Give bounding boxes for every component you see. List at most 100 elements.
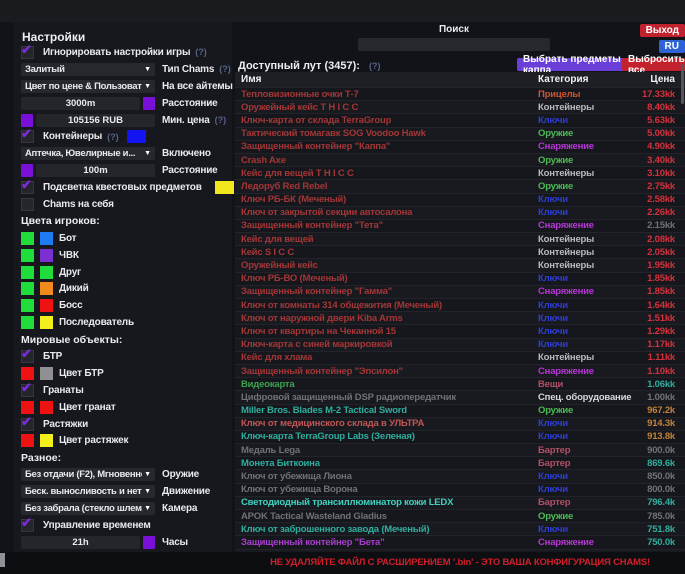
color-swatch[interactable] xyxy=(40,316,53,329)
settings-checkbox-row[interactable]: ✔ Управление временем xyxy=(14,517,232,534)
color-swatch[interactable] xyxy=(40,434,53,447)
dropdown[interactable]: Без отдачи (F2), Мгновенное п ▼ xyxy=(21,468,155,481)
loot-table-row[interactable]: Кейс S I C C Контейнеры 2.05kk xyxy=(235,245,685,258)
settings-input-row: 105156 RUB Мин. цена (?) xyxy=(14,112,232,129)
loot-table-row[interactable]: Тактический томагавк SOG Voodoo Hawk Ору… xyxy=(235,127,685,140)
value-input[interactable]: 105156 RUB xyxy=(36,114,155,127)
checkbox[interactable]: ✔ xyxy=(21,519,34,532)
color-swatch[interactable] xyxy=(143,97,155,110)
side-tab-handle[interactable] xyxy=(0,553,5,567)
loot-table-row[interactable]: Ключ-карта от склада TerraGroup Ключи 5.… xyxy=(235,113,685,126)
color-swatch[interactable] xyxy=(40,266,53,279)
exit-button[interactable]: Выход xyxy=(640,24,685,37)
color-swatch[interactable] xyxy=(215,181,234,194)
loot-table-row[interactable]: Монета Биткоина Бартер 869.6k xyxy=(235,456,685,469)
loot-table-row[interactable]: Кейс для вещей T H I C C Контейнеры 3.10… xyxy=(235,166,685,179)
loot-table-row[interactable]: Видеокарта Вещи 1.06kk xyxy=(235,377,685,390)
loot-table-row[interactable]: Ключ РБ-БК (Меченый) Ключи 2.58kk xyxy=(235,193,685,206)
loot-table-row[interactable]: Ключ РБ-ВО (Меченый) Ключи 1.85kk xyxy=(235,272,685,285)
loot-table-row[interactable]: Ключ от убежища Лиона Ключи 850.0k xyxy=(235,469,685,482)
color-swatch[interactable] xyxy=(21,266,34,279)
checkbox[interactable]: ✔ xyxy=(21,46,34,59)
loot-table-row[interactable]: Кейс для вещей Контейнеры 2.08kk xyxy=(235,232,685,245)
loot-table-row[interactable]: Ключ от медицинского склада в УЛЬТРА Клю… xyxy=(235,417,685,430)
search-input[interactable] xyxy=(358,38,550,51)
value-input[interactable]: 21h xyxy=(21,536,140,549)
settings-checkbox-row[interactable]: ✔ Chams на себя xyxy=(14,196,232,213)
loot-table-row[interactable]: Ключ от закрытой секции автосалона Ключи… xyxy=(235,206,685,219)
settings-checkbox-row[interactable]: ✔ Контейнеры (?) xyxy=(14,128,232,145)
loot-table-row[interactable]: Цифровой защищенный DSP радиопередатчик … xyxy=(235,390,685,403)
settings-checkbox-row[interactable]: ✔ Подсветка квестовых предметов xyxy=(14,179,232,196)
loot-table-row[interactable]: APOK Tactical Wasteland Gladius Оружие 7… xyxy=(235,509,685,522)
loot-table-row[interactable]: Ключ от комнаты 314 общежития (Меченый) … xyxy=(235,298,685,311)
color-swatch[interactable] xyxy=(21,249,34,262)
color-swatch[interactable] xyxy=(21,232,34,245)
loot-table-row[interactable]: Ключ-карта с синей маркировкой Ключи 1.1… xyxy=(235,338,685,351)
item-name: Ключ-карта TerraGroup Labs (Зеленая) xyxy=(235,431,538,442)
settings-checkbox-row[interactable]: ✔ Гранаты xyxy=(14,382,232,399)
settings-checkbox-row[interactable]: ✔ Игнорировать настройки игры (?) xyxy=(14,44,232,61)
checkbox[interactable]: ✔ xyxy=(21,130,34,143)
select-kappa-items-button[interactable]: Выбрать предметы каппа xyxy=(517,58,629,71)
color-swatch[interactable] xyxy=(21,401,34,414)
loot-table-row[interactable]: Оружейный кейс Контейнеры 1.95kk xyxy=(235,258,685,271)
table-scrollbar[interactable] xyxy=(681,64,684,104)
color-swatch[interactable] xyxy=(21,299,34,312)
color-swatch[interactable] xyxy=(127,130,146,143)
column-category[interactable]: Категория xyxy=(538,74,635,85)
checkbox[interactable]: ✔ xyxy=(21,384,34,397)
loot-table-row[interactable]: Ключ-карта TerraGroup Labs (Зеленая) Клю… xyxy=(235,430,685,443)
language-button[interactable]: RU xyxy=(659,40,685,53)
loot-table-row[interactable]: Crash Axe Оружие 3.40kk xyxy=(235,153,685,166)
checkbox[interactable]: ✔ xyxy=(21,198,34,211)
drop-all-button[interactable]: Выбросить все xyxy=(622,58,685,71)
dropdown[interactable]: Беск. выносливость и нет уста ▼ xyxy=(21,485,155,498)
dropdown[interactable]: Аптечка, Ювелирные и... ▼ xyxy=(21,147,155,160)
loot-table-row[interactable]: Защищенный контейнер "Эпсилон" Снаряжени… xyxy=(235,364,685,377)
dropdown[interactable]: Без забрала (стекло шлема) ▼ xyxy=(21,502,155,515)
loot-table-row[interactable]: Ключ от квартиры на Чеканной 15 Ключи 1.… xyxy=(235,324,685,337)
loot-table-row[interactable]: Ключ от наружной двери Kiba Arms Ключи 1… xyxy=(235,311,685,324)
color-swatch[interactable] xyxy=(143,536,155,549)
settings-checkbox-row[interactable]: ✔ БТР xyxy=(14,348,232,365)
loot-table-row[interactable]: Ледоруб Red Rebel Оружие 2.75kk xyxy=(235,179,685,192)
help-icon: (?) xyxy=(107,132,119,142)
value-input[interactable]: 100m xyxy=(36,164,155,177)
loot-table-row[interactable]: Ключ от убежища Ворона Ключи 800.0k xyxy=(235,483,685,496)
color-swatch[interactable] xyxy=(40,367,53,380)
column-name[interactable]: Имя xyxy=(235,74,538,85)
color-swatch[interactable] xyxy=(21,434,34,447)
value-input[interactable]: 3000m xyxy=(21,97,140,110)
checkbox[interactable]: ✔ xyxy=(21,350,34,363)
loot-table-row[interactable]: Защищенный контейнер "Каппа" Снаряжение … xyxy=(235,140,685,153)
checkbox[interactable]: ✔ xyxy=(21,418,34,431)
column-price[interactable]: Цена xyxy=(635,74,685,85)
color-swatch[interactable] xyxy=(40,232,53,245)
color-swatch[interactable] xyxy=(21,367,34,380)
dropdown[interactable]: Залитый ▼ xyxy=(21,63,155,76)
loot-table-row[interactable]: Кейс для хлама Контейнеры 1.11kk xyxy=(235,351,685,364)
loot-table-row[interactable]: Тепловизионные очки Т-7 Прицелы 17.33kk xyxy=(235,87,685,100)
check-icon: ✔ xyxy=(21,414,32,430)
color-swatch[interactable] xyxy=(21,164,33,177)
loot-table-row[interactable]: Светодиодный трансиллюминатор кожи LEDX … xyxy=(235,496,685,509)
color-swatch[interactable] xyxy=(21,316,34,329)
loot-table-row[interactable]: Защищенный контейнер "Гамма" Снаряжение … xyxy=(235,285,685,298)
color-swatch[interactable] xyxy=(40,401,53,414)
dropdown[interactable]: Цвет по цене & Пользователь ▼ xyxy=(21,80,155,93)
color-swatch[interactable] xyxy=(40,249,53,262)
loot-table-row[interactable]: Ключ от заброшенного завода (Меченый) Кл… xyxy=(235,522,685,535)
loot-table-row[interactable]: Медаль Lega Бартер 900.0k xyxy=(235,443,685,456)
checkbox[interactable]: ✔ xyxy=(21,181,34,194)
loot-table-row[interactable]: Защищенный контейнер "Тета" Снаряжение 2… xyxy=(235,219,685,232)
color-swatch[interactable] xyxy=(21,282,34,295)
color-swatch[interactable] xyxy=(40,299,53,312)
loot-table-row[interactable]: Miller Bros. Blades M-2 Tactical Sword О… xyxy=(235,404,685,417)
color-swatch[interactable] xyxy=(21,114,33,127)
color-swatch[interactable] xyxy=(40,282,53,295)
loot-table-row[interactable]: Оружейный кейс T H I C C Контейнеры 8.40… xyxy=(235,100,685,113)
item-category: Ключи xyxy=(538,194,635,205)
loot-table-row[interactable]: Защищенный контейнер "Бета" Снаряжение 7… xyxy=(235,535,685,548)
settings-checkbox-row[interactable]: ✔ Растяжки xyxy=(14,416,232,433)
